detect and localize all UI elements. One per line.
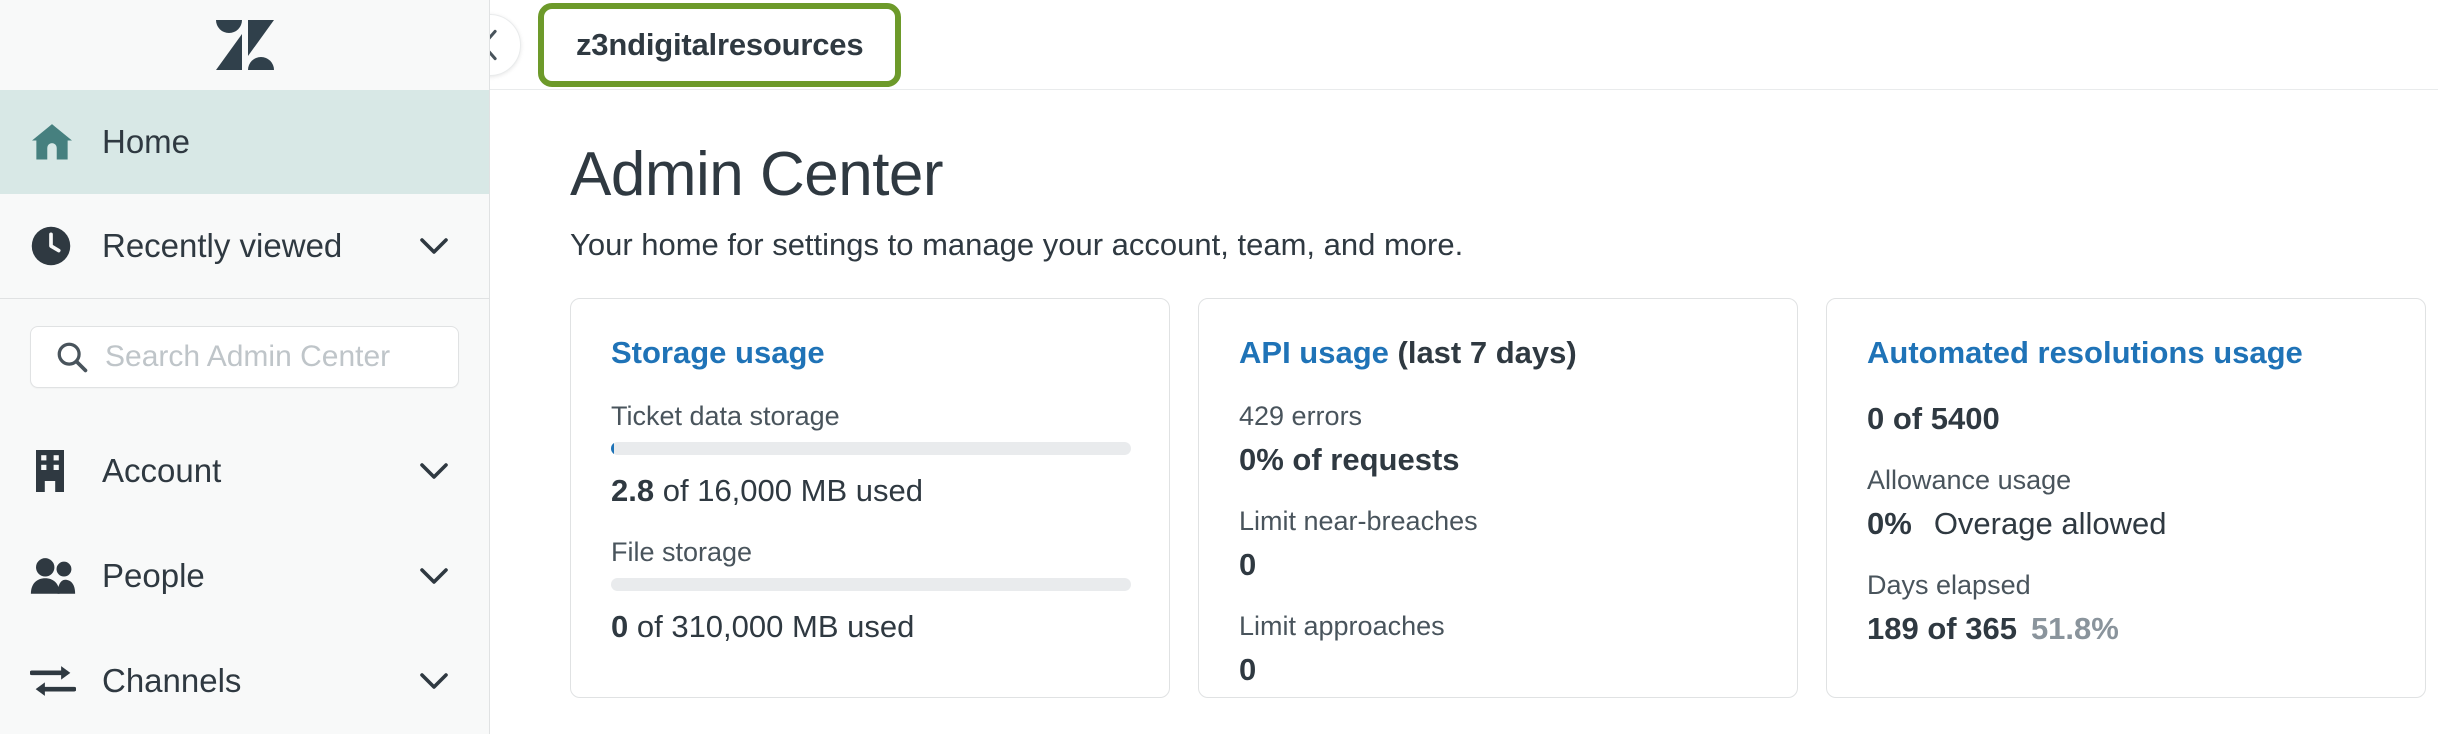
metric-value: 0 of 5400 [1867, 401, 2385, 437]
metric-label: File storage [611, 537, 753, 568]
zendesk-logo[interactable] [0, 0, 489, 90]
metric-value: 0 [1239, 547, 1757, 583]
sidebar-item-label: Recently viewed [102, 227, 343, 264]
sidebar-nav-group: Account People Channels [0, 418, 489, 733]
card-automated-resolutions-usage: Automated resolutions usage 0 of 5400 Al… [1826, 298, 2426, 699]
card-title[interactable]: API usage (last 7 days) [1239, 335, 1757, 371]
building-icon [30, 449, 88, 492]
card-title-link[interactable]: Automated resolutions usage [1867, 335, 2303, 370]
metric-value-bold: 2.8 [611, 473, 655, 509]
metric-label: 429 errors [1239, 401, 1363, 432]
metric-value-bold: 0 [1239, 652, 1257, 688]
metric-label: Ticket data storage [611, 401, 840, 432]
card-api-usage: API usage (last 7 days) 429 errors 0% of… [1198, 298, 1798, 699]
chevron-left-icon [490, 29, 497, 61]
metric-value-rest: Overage allowed [1933, 506, 2167, 542]
page-title: Admin Center [570, 140, 944, 209]
metric-label: Limit approaches [1239, 611, 1445, 642]
metric-value-muted: 51.8% [2030, 611, 2119, 647]
card-title[interactable]: Automated resolutions usage [1867, 335, 2385, 371]
metric-value-rest: of 310,000 MB used [628, 609, 915, 645]
metric-value-bold: 0 [1239, 547, 1257, 583]
card-title-link[interactable]: API usage [1239, 335, 1389, 370]
chevron-down-icon[interactable] [417, 237, 451, 255]
metric-value: 0 of 310,000 MB used [611, 609, 1129, 645]
card-title[interactable]: Storage usage [611, 335, 1129, 371]
chevron-down-icon[interactable] [417, 672, 451, 690]
home-icon [30, 122, 88, 162]
sidebar-item-home[interactable]: Home [0, 90, 489, 194]
sidebar-item-label: Home [102, 123, 191, 160]
progress-bar-ticket-storage [611, 442, 1131, 456]
metric-label: Limit near-breaches [1239, 506, 1478, 537]
card-title-suffix: (last 7 days) [1388, 335, 1577, 371]
account-tab[interactable]: z3ndigitalresources [548, 12, 892, 77]
clock-icon [30, 225, 88, 267]
metric-value: 189 of 365 51.8% [1867, 611, 2385, 647]
search-icon [55, 340, 89, 374]
metric-value-bold: 189 of 365 [1867, 611, 2017, 647]
metric-value-bold: 0 [611, 609, 629, 645]
sidebar-item-channels[interactable]: Channels [0, 628, 489, 733]
page-content: Admin Center Your home for settings to m… [490, 90, 2438, 699]
metric-value-bold: 0% [1867, 506, 1912, 542]
zendesk-logo-icon [215, 20, 274, 70]
collapse-sidebar-button[interactable] [490, 14, 521, 76]
metric-value-rest: of 16,000 MB used [654, 473, 923, 509]
usage-cards: Storage usage Ticket data storage 2.8 of… [570, 298, 2438, 699]
metric-value-bold: 0% of requests [1239, 442, 1460, 478]
chevron-down-icon[interactable] [417, 462, 451, 480]
main-content: z3ndigitalresources Admin Center Your ho… [490, 0, 2438, 734]
progress-bar-fill [611, 442, 615, 456]
metric-value: 0 [1239, 652, 1757, 688]
chevron-down-icon[interactable] [417, 567, 451, 585]
channels-arrows-icon [30, 663, 88, 699]
topbar: z3ndigitalresources [490, 0, 2438, 90]
metric-value-bold: 0 of 5400 [1867, 401, 2000, 437]
sidebar: Home Recently viewed Search Admin Center… [0, 0, 490, 734]
sidebar-item-recently-viewed[interactable]: Recently viewed [0, 194, 489, 298]
sidebar-item-label: People [102, 556, 205, 594]
metric-label: Days elapsed [1867, 570, 2031, 601]
search-container [0, 299, 489, 418]
admin-center-app: Home Recently viewed Search Admin Center… [0, 0, 2438, 734]
account-tab-highlight: z3ndigitalresources [538, 2, 902, 87]
card-storage-usage: Storage usage Ticket data storage 2.8 of… [570, 298, 1170, 699]
card-title-link[interactable]: Storage usage [611, 335, 825, 370]
metric-value: 0% of requests [1239, 442, 1757, 478]
sidebar-item-account[interactable]: Account [0, 418, 489, 523]
people-icon [30, 557, 88, 595]
search-input[interactable] [105, 340, 442, 374]
page-subtitle: Your home for settings to manage your ac… [570, 227, 1464, 263]
sidebar-item-label: Channels [102, 661, 242, 699]
sidebar-item-people[interactable]: People [0, 523, 489, 628]
search-box[interactable] [30, 326, 459, 388]
sidebar-item-label: Account [102, 451, 222, 489]
progress-bar-file-storage [611, 578, 1131, 592]
metric-value: 0% Overage allowed [1867, 506, 2385, 542]
metric-value: 2.8 of 16,000 MB used [611, 473, 1129, 509]
metric-label: Allowance usage [1867, 465, 2072, 496]
